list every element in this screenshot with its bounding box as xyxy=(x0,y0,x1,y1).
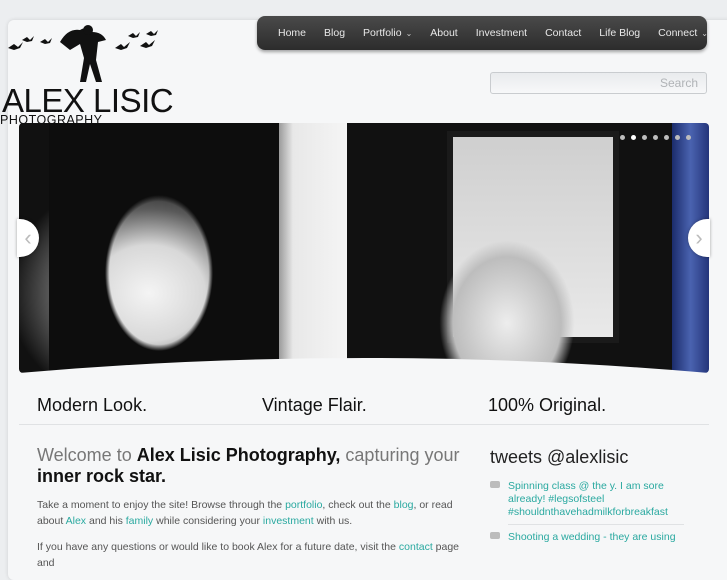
chevron-down-icon: ⌄ xyxy=(701,28,708,38)
intro-text: with us. xyxy=(313,515,353,527)
tweets-heading: tweets @alexlisic xyxy=(490,447,629,467)
site-logo[interactable]: ALEX LISIC PHOTOGRAPHY xyxy=(0,22,190,127)
intro-text: and his xyxy=(86,515,126,527)
tagline-original: 100% Original. xyxy=(488,395,607,415)
tagline-modern: Modern Look. xyxy=(37,395,148,415)
search-input[interactable] xyxy=(491,73,706,93)
slider-dot[interactable] xyxy=(631,135,636,140)
slider-dot[interactable] xyxy=(686,135,691,140)
portfolio-link[interactable]: portfolio xyxy=(285,499,322,511)
nav-item-investment[interactable]: Investment xyxy=(467,27,536,39)
family-link[interactable]: family xyxy=(126,515,153,527)
intro-text: Take a moment to enjoy the site! Browse … xyxy=(37,499,286,511)
tweet-bubble-icon xyxy=(490,532,500,539)
investment-link[interactable]: investment xyxy=(263,515,314,527)
welcome-emphasis: inner rock star. xyxy=(37,466,167,486)
nav-label: About xyxy=(430,27,458,39)
slider-dot[interactable] xyxy=(675,135,680,140)
nav-label: Connect xyxy=(658,27,698,39)
nav-label: Contact xyxy=(545,27,582,39)
slider-pagination xyxy=(620,135,691,140)
tagline-vintage: Vintage Flair. xyxy=(262,395,367,415)
slide-photo-bride xyxy=(347,123,672,373)
main-navigation: Home Blog Portfolio ⌄ About Investment Co… xyxy=(257,16,708,50)
chevron-down-icon: ⌄ xyxy=(405,28,413,38)
nav-label: Portfolio xyxy=(363,27,402,39)
slider-curve xyxy=(19,358,709,385)
nav-item-portfolio[interactable]: Portfolio ⌄ xyxy=(354,27,421,39)
welcome-heading: Welcome to Alex Lisic Photography, captu… xyxy=(37,445,467,487)
nav-item-contact[interactable]: Contact xyxy=(536,27,590,39)
nav-label: Investment xyxy=(475,27,528,39)
blog-link[interactable]: blog xyxy=(394,499,414,511)
tweet-text: Spinning class @ the y. I am sore alread… xyxy=(508,480,668,518)
nav-item-about[interactable]: About xyxy=(421,27,466,39)
nav-label: Blog xyxy=(324,27,346,39)
hero-slider xyxy=(19,123,709,373)
alex-link[interactable]: Alex xyxy=(66,515,86,527)
slider-dot[interactable] xyxy=(653,135,658,140)
tweet-item[interactable]: Spinning class @ the y. I am sore alread… xyxy=(490,480,690,525)
nav-item-life-blog[interactable]: Life Blog xyxy=(590,27,649,39)
intro-text: , check out the xyxy=(322,499,394,511)
slider-dot[interactable] xyxy=(664,135,669,140)
tweet-item[interactable]: Shooting a wedding - they are using xyxy=(490,531,690,544)
nav-label: Home xyxy=(278,27,307,39)
search-box xyxy=(490,72,707,94)
photo-shading xyxy=(49,123,279,373)
nav-label: Life Blog xyxy=(599,27,641,39)
nav-item-blog[interactable]: Blog xyxy=(315,27,354,39)
chevron-right-icon: › xyxy=(695,225,703,250)
tweet-divider xyxy=(508,524,684,525)
tweet-text: Shooting a wedding - they are using xyxy=(508,531,676,543)
welcome-brand: Alex Lisic Photography, xyxy=(136,445,341,465)
slider-dot[interactable] xyxy=(642,135,647,140)
tweet-bubble-icon xyxy=(490,481,500,488)
contact-link[interactable]: contact xyxy=(399,541,433,553)
welcome-text: capturing your xyxy=(340,445,460,465)
slider-dot[interactable] xyxy=(620,135,625,140)
intro-text: If you have any questions or would like … xyxy=(37,541,399,553)
nav-item-home[interactable]: Home xyxy=(269,27,315,39)
chevron-left-icon: ‹ xyxy=(24,225,32,250)
nav-item-connect[interactable]: Connect ⌄ xyxy=(649,27,717,39)
intro-paragraph: Take a moment to enjoy the site! Browse … xyxy=(37,497,467,571)
slide-photo-portrait xyxy=(19,123,347,373)
welcome-text: Welcome to xyxy=(37,445,137,465)
intro-text: while considering your xyxy=(153,515,263,527)
divider xyxy=(19,424,709,425)
